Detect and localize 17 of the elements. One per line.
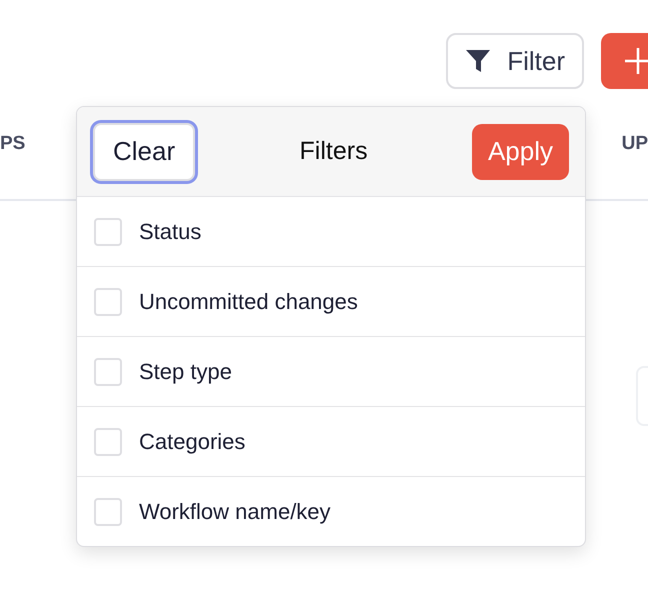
checkbox[interactable] — [94, 218, 122, 246]
option-label: Step type — [139, 358, 232, 384]
column-header: PS — [0, 133, 26, 155]
filter-icon — [465, 48, 492, 74]
option-label: Categories — [139, 428, 246, 454]
checkbox[interactable] — [94, 428, 122, 456]
option-label: Status — [139, 218, 202, 244]
checkbox[interactable] — [94, 498, 122, 526]
option-label: Uncommitted changes — [139, 288, 358, 314]
apply-button[interactable]: Apply — [472, 124, 569, 180]
option-label: Workflow name/key — [139, 498, 331, 524]
plus-icon — [623, 46, 648, 76]
column-header: UP — [622, 133, 648, 155]
popover-title: Filters — [300, 137, 368, 166]
checkbox[interactable] — [94, 358, 122, 386]
checkbox[interactable] — [94, 288, 122, 316]
filter-button[interactable]: Filter — [446, 33, 584, 89]
